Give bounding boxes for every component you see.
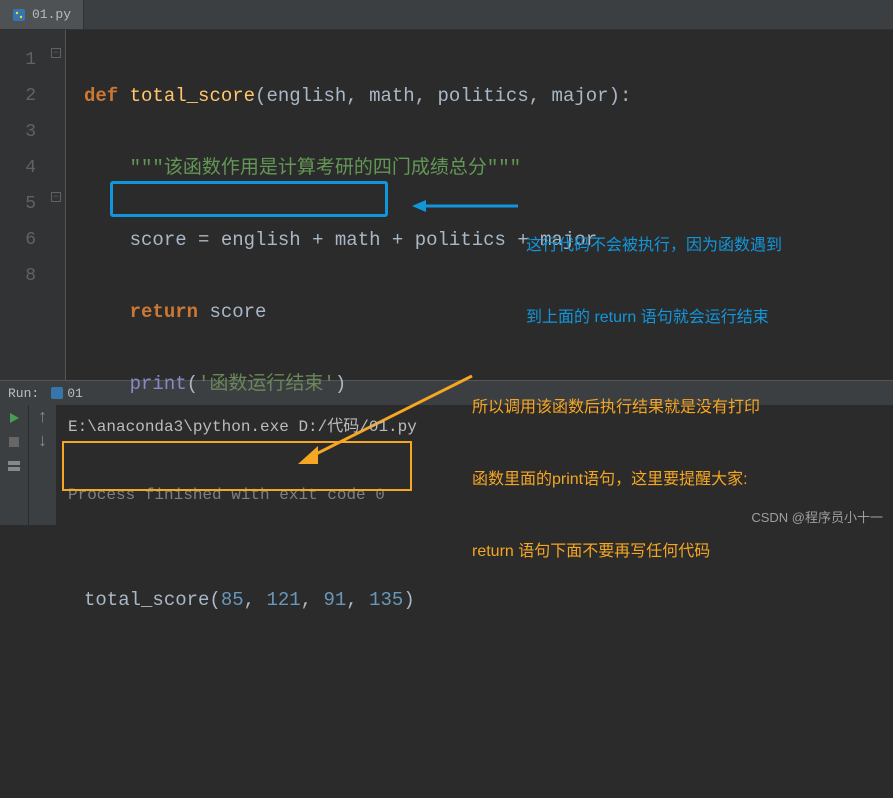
highlight-box-blue [110, 181, 388, 217]
run-label: Run: [8, 386, 39, 401]
editor-tab[interactable]: 01.py [0, 0, 84, 29]
watermark: CSDN @程序员小十一 [751, 507, 883, 526]
fold-marker-icon[interactable]: − [51, 48, 61, 58]
toggle-icon[interactable] [7, 459, 21, 473]
down-arrow-icon[interactable]: ↓ [36, 435, 50, 449]
line-number: 1 [0, 42, 36, 78]
tab-label: 01.py [32, 7, 71, 22]
run-controls-right: ↑ ↓ [28, 405, 56, 525]
run-tab[interactable]: 01 [51, 386, 83, 401]
function-name: total_score [130, 85, 255, 107]
line-number: 3 [0, 114, 36, 150]
code-line: """该函数作用是计算考研的四门成绩总分""" [84, 150, 893, 186]
play-icon[interactable] [7, 411, 21, 425]
console-command: E:\anaconda3\python.exe D:/代码/01.py [68, 413, 881, 441]
run-controls-left [0, 405, 28, 525]
console-exit: Process finished with exit code 0 [68, 481, 881, 509]
python-file-icon [51, 387, 63, 399]
up-arrow-icon[interactable]: ↑ [36, 411, 50, 425]
keyword-def: def [84, 85, 118, 107]
console-blank [68, 441, 881, 481]
line-number: 8 [0, 258, 36, 294]
tab-bar: 01.py [0, 0, 893, 30]
line-number: 4 [0, 150, 36, 186]
line-gutter: 1 2 3 4 5 6 8 [0, 30, 48, 380]
stop-icon[interactable] [7, 435, 21, 449]
code-line: def total_score(english, math, politics,… [84, 78, 893, 114]
line-number: 2 [0, 78, 36, 114]
line-number: 6 [0, 222, 36, 258]
python-file-icon [12, 8, 26, 22]
keyword-return: return [130, 301, 198, 323]
function-call: total_score [84, 589, 209, 611]
docstring: """该函数作用是计算考研的四门成绩总分""" [130, 157, 521, 179]
fold-marker-icon[interactable]: − [51, 192, 61, 202]
fold-gutter: − − [48, 30, 66, 380]
line-number: 5 [0, 186, 36, 222]
annotation-blue: 这行代码不会被执行，因为函数遇到 到上面的 return 语句就会运行结束 [526, 186, 782, 354]
builtin-print: print [130, 373, 187, 395]
